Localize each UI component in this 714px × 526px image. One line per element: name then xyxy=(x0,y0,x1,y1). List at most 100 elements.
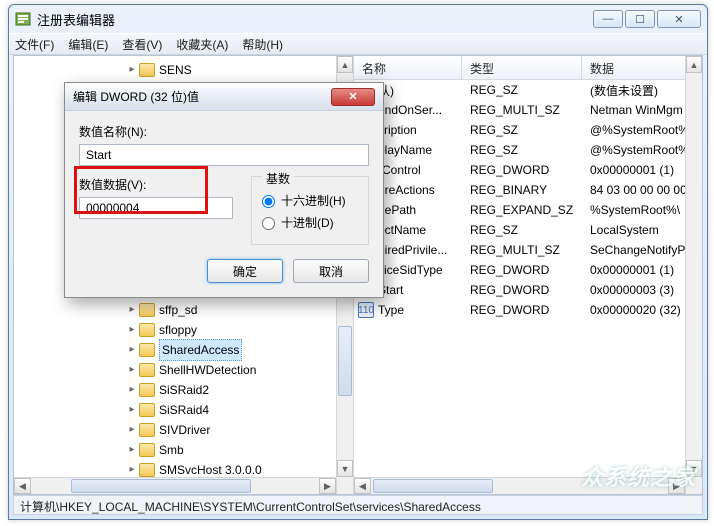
cancel-button[interactable]: 取消 xyxy=(293,259,369,283)
value-row[interactable]: abgePathREG_EXPAND_SZ%SystemRoot%\ xyxy=(354,200,702,220)
tree-hscroll[interactable]: ◀ ▶ xyxy=(14,477,336,494)
statusbar: 计算机\HKEY_LOCAL_MACHINE\SYSTEM\CurrentCon… xyxy=(13,495,703,515)
value-row[interactable]: abblayNameREG_SZ@%SystemRoot% xyxy=(354,140,702,160)
value-row[interactable]: abuiredPrivile...REG_MULTI_SZSeChangeNot… xyxy=(354,240,702,260)
window-title: 注册表编辑器 xyxy=(37,10,593,29)
value-row[interactable]: abendOnSer...REG_MULTI_SZNetman WinMgm xyxy=(354,100,702,120)
value-name-field[interactable] xyxy=(79,144,369,166)
value-row[interactable]: 110StartREG_DWORD0x00000003 (3) xyxy=(354,280,702,300)
tree-item[interactable]: ▸ sffp_sd xyxy=(14,300,351,320)
titlebar[interactable]: 注册表编辑器 — ☐ ✕ xyxy=(9,5,707,33)
value-data: LocalSystem xyxy=(582,223,702,237)
close-button[interactable]: ✕ xyxy=(657,10,701,28)
value-data: 0x00000003 (3) xyxy=(582,283,702,297)
expand-icon[interactable]: ▸ xyxy=(126,300,138,320)
value-type: REG_DWORD xyxy=(462,283,582,297)
maximize-button[interactable]: ☐ xyxy=(625,10,655,28)
ok-button[interactable]: 确定 xyxy=(207,259,283,283)
value-type: REG_DWORD xyxy=(462,303,582,317)
expand-icon[interactable]: ▸ xyxy=(126,380,138,400)
tree-item[interactable]: ▸ SharedAccess xyxy=(14,340,351,360)
col-type[interactable]: 类型 xyxy=(462,56,582,79)
value-name: ureActions xyxy=(378,183,435,197)
scroll-left-icon[interactable]: ◀ xyxy=(354,478,371,494)
value-name-label: 数值名称(N): xyxy=(79,123,369,140)
tree-item[interactable]: ▸ sfloppy xyxy=(14,320,351,340)
col-data[interactable]: 数据 xyxy=(582,56,702,79)
scroll-up-icon[interactable]: ▲ xyxy=(337,56,353,73)
scroll-thumb[interactable] xyxy=(373,479,493,493)
tree-item-label: Smb xyxy=(159,440,184,460)
value-data: 0x00000001 (1) xyxy=(582,263,702,277)
value-row[interactable]: ab认)REG_SZ(数值未设置) xyxy=(354,80,702,100)
value-type: REG_MULTI_SZ xyxy=(462,103,582,117)
value-name: blayName xyxy=(378,143,432,157)
scroll-thumb[interactable] xyxy=(71,479,251,493)
value-row[interactable]: abectNameREG_SZLocalSystem xyxy=(354,220,702,240)
expand-icon[interactable]: ▸ xyxy=(126,400,138,420)
binary-value-icon: 110 xyxy=(358,302,374,318)
menu-favorites[interactable]: 收藏夹(A) xyxy=(176,36,228,53)
menu-help[interactable]: 帮助(H) xyxy=(242,36,283,53)
scroll-right-icon[interactable]: ▶ xyxy=(319,478,336,494)
tree-item-label: SharedAccess xyxy=(159,339,242,361)
dialog-close-button[interactable]: ✕ xyxy=(331,88,375,106)
value-data: 84 03 00 00 00 00 0 xyxy=(582,183,702,197)
radix-groupbox-label: 基数 xyxy=(262,170,294,187)
value-data-field[interactable] xyxy=(79,197,233,219)
value-type: REG_SZ xyxy=(462,223,582,237)
value-type: REG_SZ xyxy=(462,143,582,157)
value-type: REG_DWORD xyxy=(462,263,582,277)
value-row[interactable]: 110ureActionsREG_BINARY84 03 00 00 00 00… xyxy=(354,180,702,200)
tree-item-label: sffp_sd xyxy=(159,300,197,320)
value-data: SeChangeNotifyP xyxy=(582,243,702,257)
value-row[interactable]: 110viceSidTypeREG_DWORD0x00000001 (1) xyxy=(354,260,702,280)
tree-item[interactable]: ▸ SENS xyxy=(14,60,351,80)
value-row[interactable]: 110rControlREG_DWORD0x00000001 (1) xyxy=(354,160,702,180)
value-name: viceSidType xyxy=(378,263,443,277)
tree-item[interactable]: ▸ SiSRaid4 xyxy=(14,400,351,420)
edit-dword-dialog: 编辑 DWORD (32 位)值 ✕ 数值名称(N): 数值数据(V): 基数 … xyxy=(64,82,384,298)
value-row[interactable]: abcriptionREG_SZ@%SystemRoot% xyxy=(354,120,702,140)
menu-view[interactable]: 查看(V) xyxy=(122,36,162,53)
value-data: 0x00000001 (1) xyxy=(582,163,702,177)
value-name: Type xyxy=(378,303,404,317)
menu-edit[interactable]: 编辑(E) xyxy=(68,36,108,53)
scroll-left-icon[interactable]: ◀ xyxy=(14,478,31,494)
expand-icon[interactable]: ▸ xyxy=(126,340,138,360)
value-data: Netman WinMgm xyxy=(582,103,702,117)
dialog-titlebar[interactable]: 编辑 DWORD (32 位)值 ✕ xyxy=(65,83,383,111)
folder-icon xyxy=(139,323,155,337)
tree-item-label: ShellHWDetection xyxy=(159,360,256,380)
expand-icon[interactable]: ▸ xyxy=(126,420,138,440)
minimize-button[interactable]: — xyxy=(593,10,623,28)
tree-item-label: SiSRaid4 xyxy=(159,400,209,420)
tree-item[interactable]: ▸ ShellHWDetection xyxy=(14,360,351,380)
menu-file[interactable]: 文件(F) xyxy=(15,36,54,53)
folder-icon xyxy=(139,443,155,457)
folder-icon xyxy=(139,63,155,77)
value-data: %SystemRoot%\ xyxy=(582,203,702,217)
radix-hex-radio[interactable]: 十六进制(H) xyxy=(262,192,358,210)
expand-icon[interactable]: ▸ xyxy=(126,440,138,460)
tree-item[interactable]: ▸SIVDriver xyxy=(14,420,351,440)
expand-icon[interactable]: ▸ xyxy=(126,60,138,80)
folder-icon xyxy=(139,303,155,317)
tree-item[interactable]: ▸SiSRaid2 xyxy=(14,380,351,400)
value-row[interactable]: 110TypeREG_DWORD0x00000020 (32) xyxy=(354,300,702,320)
scroll-thumb[interactable] xyxy=(338,326,352,396)
scroll-down-icon[interactable]: ▼ xyxy=(337,460,353,477)
column-headers[interactable]: 名称 类型 数据 xyxy=(354,56,702,80)
radix-dec-radio[interactable]: 十进制(D) xyxy=(262,214,358,232)
expand-icon[interactable]: ▸ xyxy=(126,320,138,340)
list-vscroll[interactable]: ▲ ▼ xyxy=(685,56,702,494)
folder-icon xyxy=(139,463,155,477)
value-type: REG_DWORD xyxy=(462,163,582,177)
tree-item-label: sfloppy xyxy=(159,320,197,340)
tree-item[interactable]: ▸ Smb xyxy=(14,440,351,460)
scroll-up-icon[interactable]: ▲ xyxy=(686,56,702,73)
watermark: 众系统之家 xyxy=(581,460,696,492)
col-name[interactable]: 名称 xyxy=(354,56,462,79)
tree-item-label: SENS xyxy=(159,60,192,80)
expand-icon[interactable]: ▸ xyxy=(126,360,138,380)
